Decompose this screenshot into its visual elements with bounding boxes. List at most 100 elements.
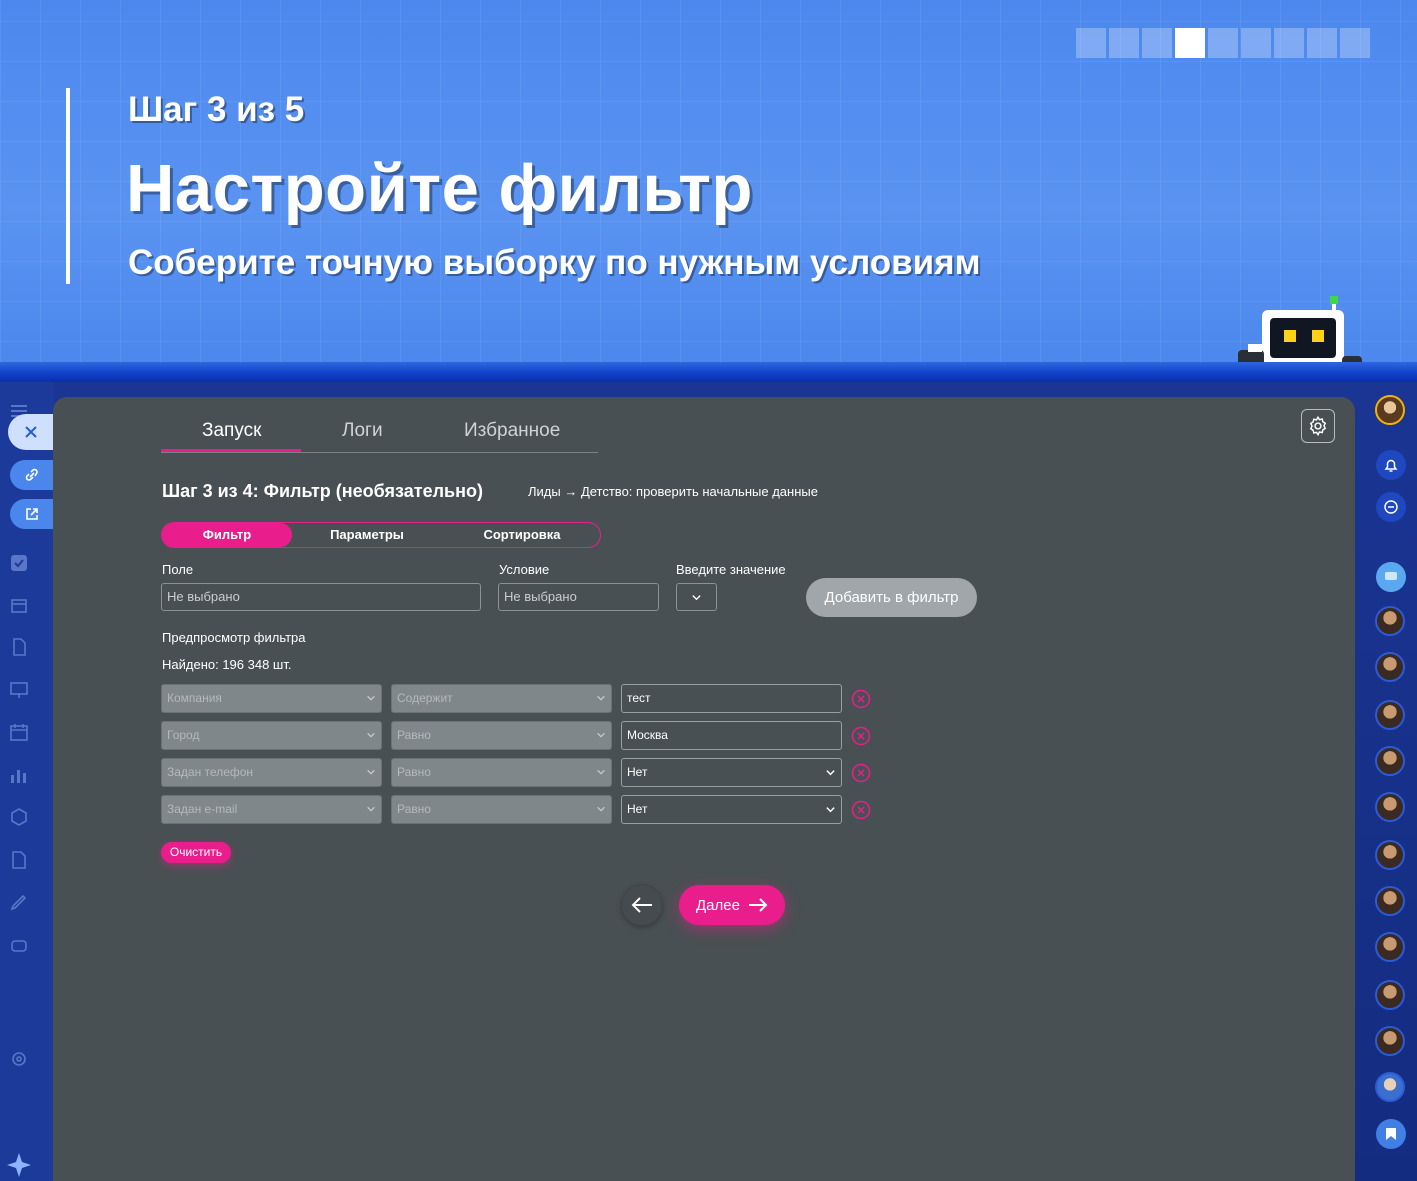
contact-avatar[interactable] (1375, 1026, 1405, 1056)
filter-field-select[interactable]: Задан телефон (161, 758, 382, 787)
back-button[interactable] (622, 885, 662, 925)
filter-value-input[interactable]: Москва (621, 721, 842, 750)
segment-sorting[interactable]: Сортировка (442, 523, 602, 547)
filter-value-text: тест (627, 691, 651, 705)
field-select[interactable]: Не выбрано (161, 583, 481, 611)
filter-condition-value: Равно (397, 802, 431, 816)
progress-step (1340, 28, 1370, 58)
filter-condition-select[interactable]: Содержит (391, 684, 612, 713)
progress-step (1241, 28, 1271, 58)
document-icon[interactable] (10, 636, 54, 658)
filter-field-select[interactable]: Задан e-mail (161, 795, 382, 824)
tab-launch[interactable]: Запуск (202, 420, 261, 442)
step-progress-indicator (1076, 28, 1370, 58)
link-button[interactable] (10, 460, 54, 490)
value-label: Введите значение (676, 562, 786, 577)
contact-avatar[interactable] (1375, 980, 1405, 1010)
main-tabs: Запуск Логи Избранное (161, 412, 598, 453)
settings-icon[interactable] (10, 1048, 54, 1070)
close-panel-button[interactable] (8, 414, 54, 450)
progress-step (1274, 28, 1304, 58)
banner-bottom-strip (0, 362, 1417, 382)
contact-avatar[interactable] (1375, 700, 1405, 730)
edit-doc-icon[interactable] (10, 849, 54, 871)
calendar-icon[interactable] (10, 721, 54, 743)
banner-step: Шаг 3 из 5 (128, 90, 305, 129)
contact-avatar[interactable] (1375, 746, 1405, 776)
filter-field-select[interactable]: Город (161, 721, 382, 750)
active-tab-indicator (161, 449, 301, 452)
breadcrumb: Лиды → Детство: проверить начальные данн… (528, 484, 818, 499)
filter-field-value: Компания (167, 691, 222, 705)
remove-filter-icon[interactable] (851, 726, 871, 746)
filter-condition-select[interactable]: Равно (391, 795, 612, 824)
value-select[interactable] (676, 583, 717, 611)
contact-avatar[interactable] (1375, 1072, 1405, 1102)
banner-subtitle: Соберите точную выборку по нужным услови… (128, 243, 981, 282)
filter-condition-select[interactable]: Равно (391, 758, 612, 787)
filter-value-text: Нет (627, 802, 648, 816)
filter-field-value: Задан телефон (167, 765, 254, 779)
contact-avatar[interactable] (1375, 932, 1405, 962)
remove-filter-icon[interactable] (851, 763, 871, 783)
contact-avatar[interactable] (1375, 886, 1405, 916)
banner-accent-rule (66, 88, 70, 284)
progress-step (1208, 28, 1238, 58)
condition-select[interactable]: Не выбрано (498, 583, 659, 611)
add-to-filter-button[interactable]: Добавить в фильтр (806, 578, 977, 617)
pen-icon[interactable] (10, 891, 54, 913)
section-switcher: Фильтр Параметры Сортировка (161, 522, 601, 548)
progress-step (1142, 28, 1172, 58)
contact-avatar[interactable] (1375, 652, 1405, 682)
filter-value-text: Москва (627, 728, 668, 742)
next-button[interactable]: Далее (679, 885, 785, 925)
tasks-icon[interactable] (10, 552, 54, 574)
remove-filter-icon[interactable] (851, 800, 871, 820)
analytics-icon[interactable] (10, 764, 54, 786)
chat-search-icon[interactable] (1376, 492, 1406, 522)
condition-label: Условие (499, 562, 550, 577)
filter-condition-select[interactable]: Равно (391, 721, 612, 750)
settings-button[interactable] (1301, 409, 1335, 443)
presentation-icon[interactable] (10, 679, 54, 701)
company-icon[interactable] (10, 594, 54, 616)
filter-field-select[interactable]: Компания (161, 684, 382, 713)
messages-icon[interactable] (1376, 562, 1406, 592)
hex-icon[interactable] (10, 806, 54, 828)
bookmark-icon[interactable] (1376, 1119, 1406, 1149)
contact-avatar[interactable] (1375, 840, 1405, 870)
ai-assistant-icon[interactable] (6, 1152, 32, 1178)
user-avatar[interactable] (1375, 395, 1405, 425)
filter-value-input[interactable]: тест (621, 684, 842, 713)
filter-condition-value: Равно (397, 765, 431, 779)
filter-condition-value: Равно (397, 728, 431, 742)
contact-avatar[interactable] (1375, 606, 1405, 636)
wizard-modal (53, 397, 1355, 1181)
contact-avatar[interactable] (1375, 792, 1405, 822)
segment-parameters[interactable]: Параметры (292, 523, 442, 547)
progress-step (1307, 28, 1337, 58)
filter-preview-label: Предпросмотр фильтра (162, 630, 306, 645)
promo-banner: Шаг 3 из 5 Настройте фильтр Соберите точ… (0, 0, 1417, 382)
gear-icon (1309, 415, 1327, 437)
progress-step (1109, 28, 1139, 58)
filter-condition-value: Содержит (397, 691, 453, 705)
progress-step (1076, 28, 1106, 58)
filter-value-text: Нет (627, 765, 648, 779)
filter-value-input[interactable]: Нет (621, 758, 842, 787)
bell-icon[interactable] (1376, 450, 1406, 480)
filter-value-input[interactable]: Нет (621, 795, 842, 824)
chevron-down-icon (692, 594, 701, 600)
external-link-button[interactable] (10, 499, 54, 529)
clear-button[interactable]: Очистить (161, 842, 231, 863)
banner-title: Настройте фильтр (126, 151, 753, 226)
segment-filter[interactable]: Фильтр (162, 523, 292, 547)
arrow-left-icon (631, 897, 652, 913)
step-title: Шаг 3 из 4: Фильтр (необязательно) (162, 481, 483, 501)
tab-logs[interactable]: Логи (342, 420, 383, 442)
remove-filter-icon[interactable] (851, 689, 871, 709)
tab-favorites[interactable]: Избранное (464, 420, 560, 442)
bot-icon[interactable] (10, 934, 54, 956)
background-left-sidebar (0, 382, 54, 1181)
field-label: Поле (162, 562, 194, 577)
